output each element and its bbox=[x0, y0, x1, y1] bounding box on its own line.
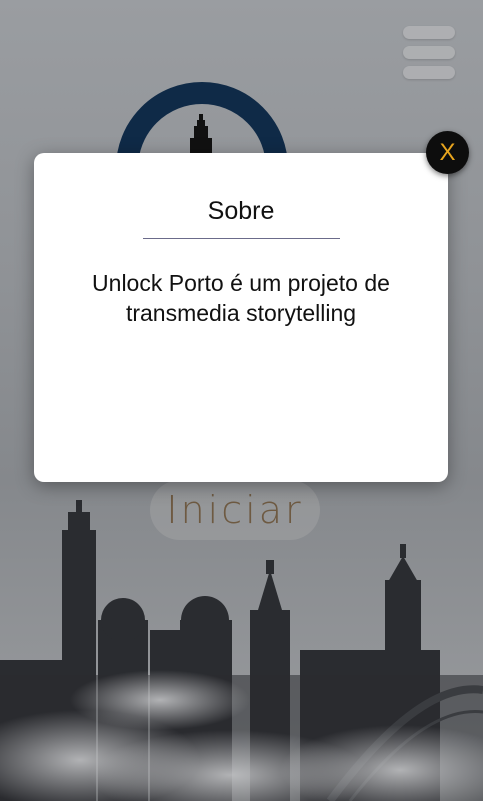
modal-title: Sobre bbox=[207, 197, 275, 225]
title-divider bbox=[143, 238, 340, 239]
menu-bar bbox=[403, 46, 455, 59]
menu-bar bbox=[403, 66, 455, 79]
close-button[interactable]: X bbox=[426, 131, 469, 174]
tower-icon bbox=[190, 114, 212, 154]
menu-bar bbox=[403, 26, 455, 39]
modal-body-text: Unlock Porto é um projeto de transmedia … bbox=[92, 270, 390, 326]
city-skyline-illustration bbox=[0, 500, 483, 801]
menu-button[interactable] bbox=[400, 24, 458, 80]
